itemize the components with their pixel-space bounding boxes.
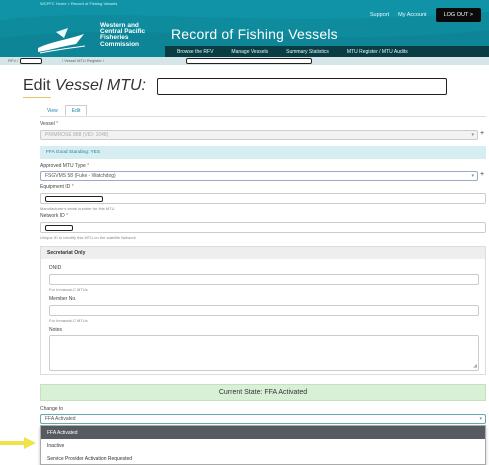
dropdown-option-service-provider-activation-requested[interactable]: Service Provider Activation Requested	[41, 452, 485, 465]
mtu-type-select-value: FSGVMS 58 (Fuke - Watchdog)	[45, 173, 116, 179]
nav-manage-vessels[interactable]: Manage Vessels	[222, 49, 277, 55]
redacted-box	[45, 225, 73, 231]
dnid-help-text: For Inmarsat-C MTUs	[49, 287, 88, 292]
tab-bar: View Edit	[40, 105, 88, 116]
main-nav: Browse the RFV Manage Vessels Summary St…	[165, 46, 489, 57]
nav-mtu-register[interactable]: MTU Register / MTU Audits	[338, 49, 417, 55]
chevron-down-icon: ▾	[471, 173, 474, 179]
vessel-select-value: PRIMROSE 888 (VID: 1048)	[45, 132, 109, 138]
equipment-help-text: Manufacturer's serial number for this MT…	[40, 206, 115, 211]
network-label: Network ID *	[40, 213, 68, 219]
network-id-input[interactable]	[40, 222, 486, 233]
network-label-text: Network ID	[40, 213, 65, 219]
org-name-line: Commission	[100, 40, 140, 48]
nav-summary-statistics[interactable]: Summary Statistics	[277, 49, 338, 55]
required-mark: *	[87, 163, 90, 169]
title-underline	[23, 97, 51, 98]
vessel-select[interactable]: PRIMROSE 888 (VID: 1048) ▾	[40, 130, 478, 140]
equipment-id-input[interactable]	[40, 193, 486, 204]
redacted-box	[186, 58, 312, 64]
current-state-banner: Current State: FFA Activated	[40, 384, 486, 401]
member-no-input[interactable]	[49, 305, 479, 316]
tab-edit[interactable]: Edit	[64, 105, 88, 116]
tab-view[interactable]: View	[40, 105, 65, 116]
redacted-title-box	[157, 78, 447, 95]
notes-textarea[interactable]: ◢	[49, 335, 479, 371]
notes-label: Notes	[49, 327, 63, 333]
equipment-label-text: Equipment ID	[40, 184, 71, 190]
add-vessel-icon[interactable]: +	[480, 130, 484, 137]
breadcrumb-prefix[interactable]: RFV /	[8, 58, 18, 63]
equipment-label: Equipment ID *	[40, 184, 74, 190]
required-mark: *	[66, 213, 69, 219]
secretariat-panel: Secretariat Only DNID For Inmarsat-C MTU…	[40, 246, 486, 375]
page-title-emphasis: Vessel MTU:	[55, 77, 146, 94]
top-links: Support My Account LOG OUT >	[370, 8, 481, 22]
state-dropdown-list: FFA Activated Inactive Service Provider …	[40, 425, 486, 465]
page-title: Edit Vessel MTU:	[23, 77, 146, 95]
vessel-label-text: Vessel	[40, 121, 55, 127]
breadcrumb-middle[interactable]: / Vessel MTU Register /	[62, 58, 104, 63]
org-name: Western and Central Pacific Fisheries Co…	[100, 22, 162, 48]
dnid-input[interactable]	[49, 274, 479, 285]
resize-handle-icon[interactable]: ◢	[473, 363, 477, 369]
member-no-label: Member No.	[49, 296, 77, 302]
mtu-type-select[interactable]: FSGVMS 58 (Fuke - Watchdog) ▾	[40, 171, 478, 181]
good-standing-info: FFA Good Standing: YES	[40, 146, 486, 159]
breadcrumb: RFV / / Vessel MTU Register /	[0, 57, 489, 65]
add-mtu-type-icon[interactable]: +	[480, 171, 484, 178]
page-title-prefix: Edit	[23, 77, 56, 94]
secretariat-heading: Secretariat Only	[41, 247, 485, 259]
chevron-down-icon: ▾	[471, 132, 474, 138]
change-state-select[interactable]: FFA Activated ▾	[40, 414, 486, 424]
tab-divider	[40, 116, 486, 117]
site-title[interactable]: Record of Fishing Vessels	[171, 26, 338, 42]
wcpfc-logo-icon	[38, 28, 86, 54]
change-state-select-value: FFA Activated	[45, 416, 76, 422]
mtu-type-label: Approved MTU Type *	[40, 163, 89, 169]
chevron-down-icon: ▾	[479, 416, 482, 422]
dnid-label: DNID	[49, 265, 62, 271]
redacted-box	[20, 58, 42, 64]
dropdown-option-ffa-activated[interactable]: FFA Activated	[41, 426, 485, 439]
vessel-label: Vessel *	[40, 121, 58, 127]
support-link[interactable]: Support	[370, 12, 389, 18]
required-mark: *	[71, 184, 74, 190]
dropdown-option-inactive[interactable]: Inactive	[41, 439, 485, 452]
required-mark: *	[56, 121, 59, 127]
pointer-arrow-icon	[0, 437, 36, 449]
network-help-text: Unique ID to identify this MTU on the sa…	[40, 235, 136, 240]
my-account-link[interactable]: My Account	[398, 12, 426, 18]
logout-button[interactable]: LOG OUT >	[435, 8, 481, 22]
site-header: WCPFC Home > Record of Fishing Vessels S…	[0, 0, 489, 57]
mtu-type-label-text: Approved MTU Type	[40, 163, 86, 169]
change-to-label: Change to	[40, 406, 64, 412]
redacted-box	[45, 196, 103, 202]
nav-browse-rfv[interactable]: Browse the RFV	[165, 49, 222, 55]
top-breadcrumb[interactable]: WCPFC Home > Record of Fishing Vessels	[40, 1, 117, 6]
member-no-help-text: For Inmarsat-C MTUs	[49, 318, 88, 323]
